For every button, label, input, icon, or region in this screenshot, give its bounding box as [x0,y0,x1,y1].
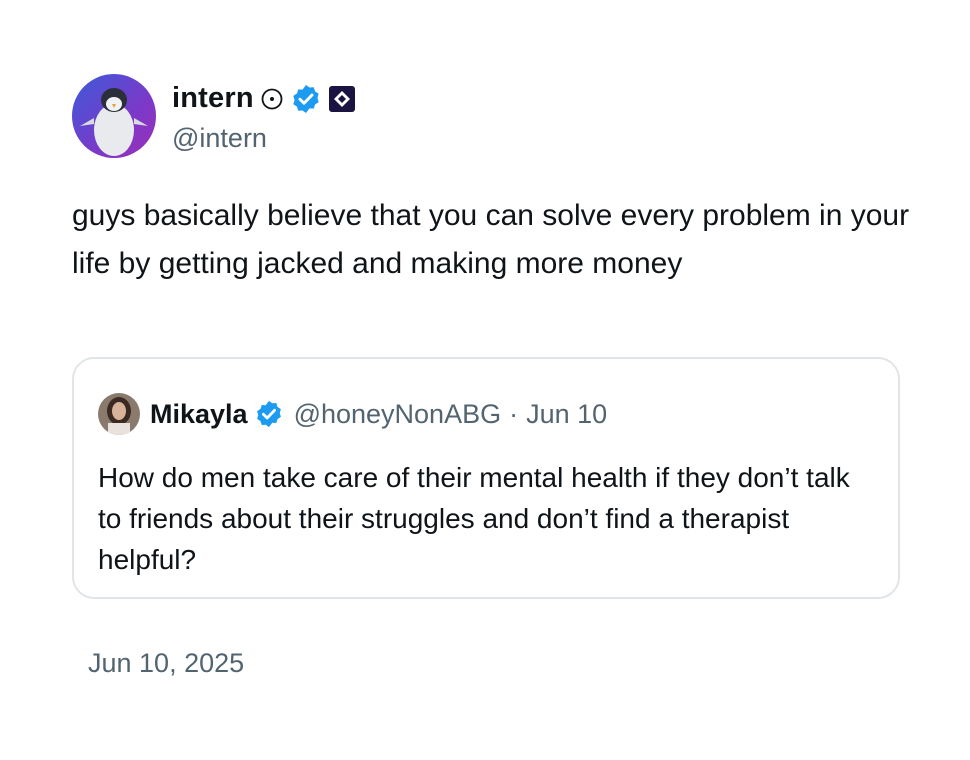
person-avatar-image [98,393,140,435]
avatar[interactable] [72,74,156,158]
clock-icon [260,87,284,111]
verified-badge-icon[interactable] [254,399,284,429]
tweet-header: intern @intern [72,74,356,158]
quoted-tweet[interactable]: Mikayla @honeyNonABG · Jun 10 How do men… [72,357,900,599]
author-handle[interactable]: @intern [172,123,356,154]
quoted-author-handle[interactable]: @honeyNonABG [294,399,502,430]
quoted-author-avatar[interactable] [98,393,140,435]
author-identity: intern @intern [172,79,356,154]
tweet-text: guys basically believe that you can solv… [72,199,918,280]
tweet-timestamp[interactable]: Jun 10, 2025 [88,648,244,679]
quoted-tweet-header: Mikayla @honeyNonABG · Jun 10 [98,393,607,435]
name-row: intern [172,79,356,119]
quoted-author-name[interactable]: Mikayla [150,399,248,430]
affiliate-badge-icon[interactable] [328,85,356,113]
verified-badge-icon[interactable] [290,83,322,115]
quoted-tweet-text: How do men take care of their mental hea… [98,462,850,575]
quoted-tweet-date[interactable]: Jun 10 [526,399,607,430]
penguin-avatar-image [72,74,156,158]
tweet-card: intern @intern guys basically believe th… [0,0,970,760]
author-display-name[interactable]: intern [172,82,254,115]
separator-dot: · [509,398,519,429]
